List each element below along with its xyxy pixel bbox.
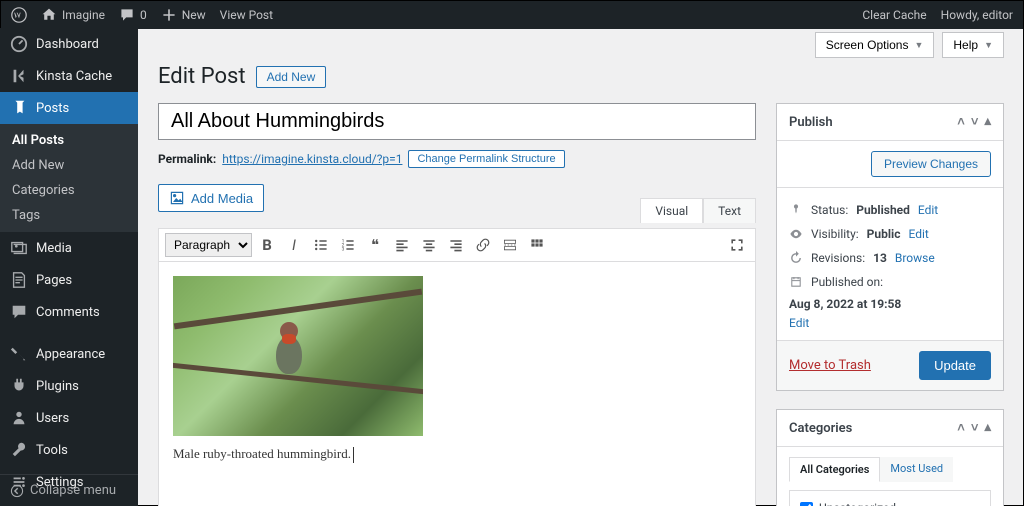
categories-heading: Categories	[789, 421, 852, 436]
category-label: Uncategorized	[819, 501, 896, 506]
category-item[interactable]: Uncategorized	[800, 501, 980, 506]
chevron-down-icon[interactable]: ˅	[971, 420, 979, 436]
sidebar-item-pages[interactable]: Pages	[0, 264, 138, 296]
bold-button[interactable]: B	[255, 233, 279, 257]
permalink-url[interactable]: https://imagine.kinsta.cloud/?p=1	[222, 152, 402, 166]
sidebar-item-label: Plugins	[36, 379, 79, 394]
align-center-button[interactable]	[417, 233, 441, 257]
status-value: Published	[856, 203, 910, 217]
caret-up-icon[interactable]: ▴	[984, 114, 991, 130]
status-label: Status:	[811, 203, 848, 217]
move-to-trash-link[interactable]: Move to Trash	[789, 358, 871, 373]
visibility-label: Visibility:	[811, 227, 859, 241]
chevron-down-icon[interactable]: ˅	[971, 114, 979, 130]
sidebar-item-label: Dashboard	[36, 37, 99, 52]
sidebar-item-label: Pages	[36, 273, 72, 288]
collapse-menu[interactable]: Collapse menu	[0, 474, 138, 506]
visibility-value: Public	[867, 227, 901, 241]
editor-content[interactable]: Male ruby-throated hummingbird.	[159, 262, 755, 506]
caret-up-icon[interactable]: ▴	[984, 420, 991, 436]
revisions-label: Revisions:	[811, 251, 865, 265]
sidebar-item-label: Comments	[36, 305, 100, 320]
new-label: New	[182, 8, 206, 22]
publish-heading: Publish	[789, 115, 833, 130]
wp-logo[interactable]	[11, 7, 27, 23]
revisions-icon	[789, 251, 803, 265]
clear-cache-link[interactable]: Clear Cache	[862, 8, 926, 22]
sidebar-item-posts[interactable]: Posts	[0, 92, 138, 124]
howdy-link[interactable]: Howdy, editor	[941, 8, 1013, 22]
chevron-up-icon[interactable]: ˄	[957, 114, 965, 130]
new-link[interactable]: New	[161, 7, 206, 23]
sidebar-item-label: Posts	[36, 101, 69, 116]
sidebar-item-comments[interactable]: Comments	[0, 296, 138, 328]
comments-link[interactable]: 0	[119, 7, 147, 23]
sidebar-item-label: Tools	[36, 443, 68, 458]
visibility-edit-link[interactable]: Edit	[908, 227, 928, 241]
sidebar-sub-add-new[interactable]: Add New	[0, 153, 138, 178]
sidebar-item-kinsta[interactable]: Kinsta Cache	[0, 60, 138, 92]
italic-button[interactable]: I	[282, 233, 306, 257]
site-name: Imagine	[62, 8, 105, 22]
pin-icon	[789, 203, 803, 217]
eye-icon	[789, 227, 803, 241]
post-image[interactable]	[173, 276, 423, 436]
categories-tab-all[interactable]: All Categories	[789, 457, 880, 482]
sidebar-item-label: Media	[36, 241, 72, 256]
blockquote-button[interactable]: ❝	[363, 233, 387, 257]
fullscreen-button[interactable]	[725, 233, 749, 257]
sidebar-item-appearance[interactable]: Appearance	[0, 338, 138, 370]
published-label: Published on:	[811, 275, 883, 289]
sidebar-item-dashboard[interactable]: Dashboard	[0, 28, 138, 60]
revisions-browse-link[interactable]: Browse	[895, 251, 935, 265]
view-post-link[interactable]: View Post	[220, 8, 273, 22]
published-edit-link[interactable]: Edit	[789, 316, 809, 330]
read-more-button[interactable]	[498, 233, 522, 257]
sidebar-item-media[interactable]: Media	[0, 232, 138, 264]
editor-tab-text[interactable]: Text	[703, 198, 756, 223]
text-cursor	[353, 447, 354, 463]
sidebar-item-plugins[interactable]: Plugins	[0, 370, 138, 402]
post-title-input[interactable]	[158, 103, 756, 140]
preview-changes-button[interactable]: Preview Changes	[871, 151, 991, 177]
image-caption: Male ruby-throated hummingbird.	[173, 446, 351, 461]
link-button[interactable]	[471, 233, 495, 257]
sidebar-item-label: Users	[36, 411, 69, 426]
category-checkbox[interactable]	[800, 502, 813, 506]
status-edit-link[interactable]: Edit	[918, 203, 938, 217]
comments-count: 0	[140, 8, 147, 22]
screen-options-button[interactable]: Screen Options▼	[815, 32, 935, 58]
format-select[interactable]: Paragraph	[165, 233, 252, 257]
editor-tab-visual[interactable]: Visual	[640, 198, 703, 223]
permalink-label: Permalink:	[158, 152, 216, 166]
help-button[interactable]: Help▼	[942, 32, 1004, 58]
align-right-button[interactable]	[444, 233, 468, 257]
page-title: Edit Post	[158, 64, 246, 89]
numbered-list-button[interactable]: 123	[336, 233, 360, 257]
bullet-list-button[interactable]	[309, 233, 333, 257]
chevron-down-icon: ▼	[914, 40, 923, 50]
sidebar-sub-all-posts[interactable]: All Posts	[0, 128, 138, 153]
site-link[interactable]: Imagine	[41, 7, 105, 23]
categories-tab-most-used[interactable]: Most Used	[880, 457, 953, 482]
chevron-down-icon: ▼	[984, 40, 993, 50]
add-media-button[interactable]: Add Media	[158, 184, 264, 212]
align-left-button[interactable]	[390, 233, 414, 257]
change-permalink-button[interactable]: Change Permalink Structure	[408, 150, 564, 168]
toolbar-toggle-button[interactable]	[525, 233, 549, 257]
sidebar-sub-categories[interactable]: Categories	[0, 178, 138, 203]
add-new-button[interactable]: Add New	[256, 66, 327, 88]
sidebar-sub-tags[interactable]: Tags	[0, 203, 138, 228]
chevron-up-icon[interactable]: ˄	[957, 420, 965, 436]
sidebar-item-label: Appearance	[36, 347, 105, 362]
sidebar-item-users[interactable]: Users	[0, 402, 138, 434]
update-button[interactable]: Update	[919, 351, 991, 380]
published-value: Aug 8, 2022 at 19:58	[789, 297, 901, 311]
sidebar-item-tools[interactable]: Tools	[0, 434, 138, 466]
revisions-value: 13	[873, 251, 887, 265]
svg-text:3: 3	[342, 247, 345, 253]
sidebar-item-label: Kinsta Cache	[36, 69, 112, 84]
calendar-icon	[789, 275, 803, 289]
